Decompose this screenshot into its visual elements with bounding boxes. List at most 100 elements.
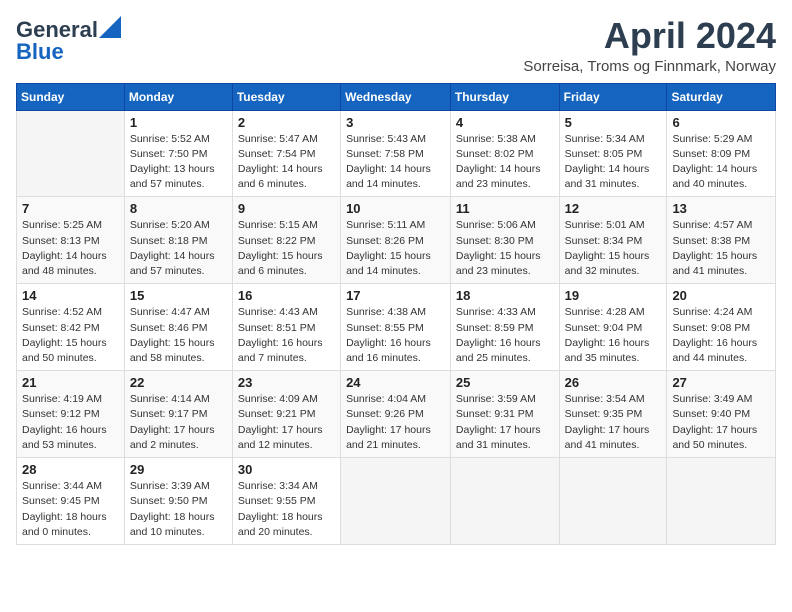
day-number: 18 xyxy=(456,288,554,303)
day-number: 16 xyxy=(238,288,335,303)
month-title: April 2024 xyxy=(523,16,776,56)
calendar-week-row: 14 Sunrise: 4:52 AM Sunset: 8:42 PM Dayli… xyxy=(17,284,776,371)
calendar-week-row: 1 Sunrise: 5:52 AM Sunset: 7:50 PM Daylig… xyxy=(17,110,776,197)
calendar-cell: 20 Sunrise: 4:24 AM Sunset: 9:08 PM Dayli… xyxy=(667,284,776,371)
calendar-week-row: 28Sunrise: 3:44 AM Sunset: 9:45 PM Dayli… xyxy=(17,458,776,545)
day-number: 27 xyxy=(672,375,770,390)
calendar-cell: 10 Sunrise: 5:11 AM Sunset: 8:26 PM Dayli… xyxy=(341,197,451,284)
day-number: 6 xyxy=(672,115,770,130)
day-number: 14 xyxy=(22,288,119,303)
calendar-cell xyxy=(667,458,776,545)
calendar-week-row: 21 Sunrise: 4:19 AM Sunset: 9:12 PM Dayli… xyxy=(17,371,776,458)
day-info: Sunrise: 3:59 AM Sunset: 9:31 PM Dayligh… xyxy=(456,392,554,453)
day-number: 13 xyxy=(672,201,770,216)
day-info: Sunrise: 3:34 AM Sunset: 9:55 PM Dayligh… xyxy=(238,479,335,540)
day-info: Sunrise: 4:24 AM Sunset: 9:08 PM Dayligh… xyxy=(672,305,770,366)
day-number: 11 xyxy=(456,201,554,216)
calendar-cell: 23 Sunrise: 4:09 AM Sunset: 9:21 PM Dayli… xyxy=(232,371,340,458)
day-info: Sunrise: 5:34 AM Sunset: 8:05 PM Dayligh… xyxy=(565,132,662,193)
calendar-cell: 11 Sunrise: 5:06 AM Sunset: 8:30 PM Dayli… xyxy=(450,197,559,284)
day-info: Sunrise: 5:15 AM Sunset: 8:22 PM Dayligh… xyxy=(238,218,335,279)
calendar-cell: 30 Sunrise: 3:34 AM Sunset: 9:55 PM Dayli… xyxy=(232,458,340,545)
day-info: Sunrise: 5:06 AM Sunset: 8:30 PM Dayligh… xyxy=(456,218,554,279)
day-info: Sunrise: 5:11 AM Sunset: 8:26 PM Dayligh… xyxy=(346,218,445,279)
day-info: Sunrise: 5:52 AM Sunset: 7:50 PM Dayligh… xyxy=(130,132,227,193)
calendar-cell xyxy=(17,110,125,197)
day-info: Sunrise: 4:09 AM Sunset: 9:21 PM Dayligh… xyxy=(238,392,335,453)
calendar-cell: 7Sunrise: 5:25 AM Sunset: 8:13 PM Daylig… xyxy=(17,197,125,284)
calendar-cell: 17 Sunrise: 4:38 AM Sunset: 8:55 PM Dayli… xyxy=(341,284,451,371)
calendar-cell: 28Sunrise: 3:44 AM Sunset: 9:45 PM Dayli… xyxy=(17,458,125,545)
calendar-cell xyxy=(450,458,559,545)
day-info: Sunrise: 4:38 AM Sunset: 8:55 PM Dayligh… xyxy=(346,305,445,366)
calendar-cell: 14 Sunrise: 4:52 AM Sunset: 8:42 PM Dayli… xyxy=(17,284,125,371)
day-number: 2 xyxy=(238,115,335,130)
day-number: 4 xyxy=(456,115,554,130)
day-number: 3 xyxy=(346,115,445,130)
day-number: 21 xyxy=(22,375,119,390)
calendar-cell: 5 Sunrise: 5:34 AM Sunset: 8:05 PM Daylig… xyxy=(559,110,667,197)
day-info: Sunrise: 5:47 AM Sunset: 7:54 PM Dayligh… xyxy=(238,132,335,193)
logo: General Blue xyxy=(16,16,121,65)
calendar-cell: 27 Sunrise: 3:49 AM Sunset: 9:40 PM Dayli… xyxy=(667,371,776,458)
calendar-body: 1 Sunrise: 5:52 AM Sunset: 7:50 PM Daylig… xyxy=(17,110,776,544)
calendar-week-row: 7Sunrise: 5:25 AM Sunset: 8:13 PM Daylig… xyxy=(17,197,776,284)
calendar-cell: 25Sunrise: 3:59 AM Sunset: 9:31 PM Dayli… xyxy=(450,371,559,458)
day-number: 10 xyxy=(346,201,445,216)
calendar-day-header: Wednesday xyxy=(341,83,451,110)
calendar-cell: 12 Sunrise: 5:01 AM Sunset: 8:34 PM Dayli… xyxy=(559,197,667,284)
title-block: April 2024 Sorreisa, Troms og Finnmark, … xyxy=(523,16,776,75)
day-info: Sunrise: 5:38 AM Sunset: 8:02 PM Dayligh… xyxy=(456,132,554,193)
calendar-day-header: Tuesday xyxy=(232,83,340,110)
day-info: Sunrise: 3:39 AM Sunset: 9:50 PM Dayligh… xyxy=(130,479,227,540)
day-info: Sunrise: 5:20 AM Sunset: 8:18 PM Dayligh… xyxy=(130,218,227,279)
day-number: 1 xyxy=(130,115,227,130)
day-info: Sunrise: 5:25 AM Sunset: 8:13 PM Dayligh… xyxy=(22,218,119,279)
calendar-cell: 26 Sunrise: 3:54 AM Sunset: 9:35 PM Dayli… xyxy=(559,371,667,458)
logo-blue: Blue xyxy=(16,39,64,65)
day-number: 8 xyxy=(130,201,227,216)
day-number: 12 xyxy=(565,201,662,216)
day-info: Sunrise: 4:52 AM Sunset: 8:42 PM Dayligh… xyxy=(22,305,119,366)
calendar-day-header: Thursday xyxy=(450,83,559,110)
day-info: Sunrise: 4:28 AM Sunset: 9:04 PM Dayligh… xyxy=(565,305,662,366)
day-info: Sunrise: 3:54 AM Sunset: 9:35 PM Dayligh… xyxy=(565,392,662,453)
calendar-cell: 24Sunrise: 4:04 AM Sunset: 9:26 PM Dayli… xyxy=(341,371,451,458)
calendar-cell: 6 Sunrise: 5:29 AM Sunset: 8:09 PM Daylig… xyxy=(667,110,776,197)
day-number: 23 xyxy=(238,375,335,390)
calendar-cell: 16Sunrise: 4:43 AM Sunset: 8:51 PM Dayli… xyxy=(232,284,340,371)
calendar-day-header: Monday xyxy=(124,83,232,110)
day-number: 30 xyxy=(238,462,335,477)
location-text: Sorreisa, Troms og Finnmark, Norway xyxy=(523,58,776,75)
day-info: Sunrise: 5:01 AM Sunset: 8:34 PM Dayligh… xyxy=(565,218,662,279)
day-number: 26 xyxy=(565,375,662,390)
day-info: Sunrise: 3:49 AM Sunset: 9:40 PM Dayligh… xyxy=(672,392,770,453)
logo-triangle-icon xyxy=(99,16,121,38)
day-number: 17 xyxy=(346,288,445,303)
calendar-day-header: Saturday xyxy=(667,83,776,110)
calendar-day-header: Sunday xyxy=(17,83,125,110)
day-number: 15 xyxy=(130,288,227,303)
calendar-cell: 22Sunrise: 4:14 AM Sunset: 9:17 PM Dayli… xyxy=(124,371,232,458)
day-info: Sunrise: 3:44 AM Sunset: 9:45 PM Dayligh… xyxy=(22,479,119,540)
day-number: 29 xyxy=(130,462,227,477)
day-number: 5 xyxy=(565,115,662,130)
calendar-day-header: Friday xyxy=(559,83,667,110)
day-number: 22 xyxy=(130,375,227,390)
calendar-cell: 15 Sunrise: 4:47 AM Sunset: 8:46 PM Dayli… xyxy=(124,284,232,371)
day-info: Sunrise: 5:29 AM Sunset: 8:09 PM Dayligh… xyxy=(672,132,770,193)
calendar-cell: 1 Sunrise: 5:52 AM Sunset: 7:50 PM Daylig… xyxy=(124,110,232,197)
day-info: Sunrise: 4:33 AM Sunset: 8:59 PM Dayligh… xyxy=(456,305,554,366)
calendar-cell: 2 Sunrise: 5:47 AM Sunset: 7:54 PM Daylig… xyxy=(232,110,340,197)
calendar-cell: 29 Sunrise: 3:39 AM Sunset: 9:50 PM Dayli… xyxy=(124,458,232,545)
day-number: 9 xyxy=(238,201,335,216)
calendar-cell: 13Sunrise: 4:57 AM Sunset: 8:38 PM Dayli… xyxy=(667,197,776,284)
day-info: Sunrise: 4:47 AM Sunset: 8:46 PM Dayligh… xyxy=(130,305,227,366)
day-number: 20 xyxy=(672,288,770,303)
calendar-cell xyxy=(341,458,451,545)
calendar-cell: 18 Sunrise: 4:33 AM Sunset: 8:59 PM Dayli… xyxy=(450,284,559,371)
calendar-header-row: SundayMondayTuesdayWednesdayThursdayFrid… xyxy=(17,83,776,110)
calendar-cell: 9 Sunrise: 5:15 AM Sunset: 8:22 PM Daylig… xyxy=(232,197,340,284)
day-info: Sunrise: 4:19 AM Sunset: 9:12 PM Dayligh… xyxy=(22,392,119,453)
calendar-cell: 21 Sunrise: 4:19 AM Sunset: 9:12 PM Dayli… xyxy=(17,371,125,458)
